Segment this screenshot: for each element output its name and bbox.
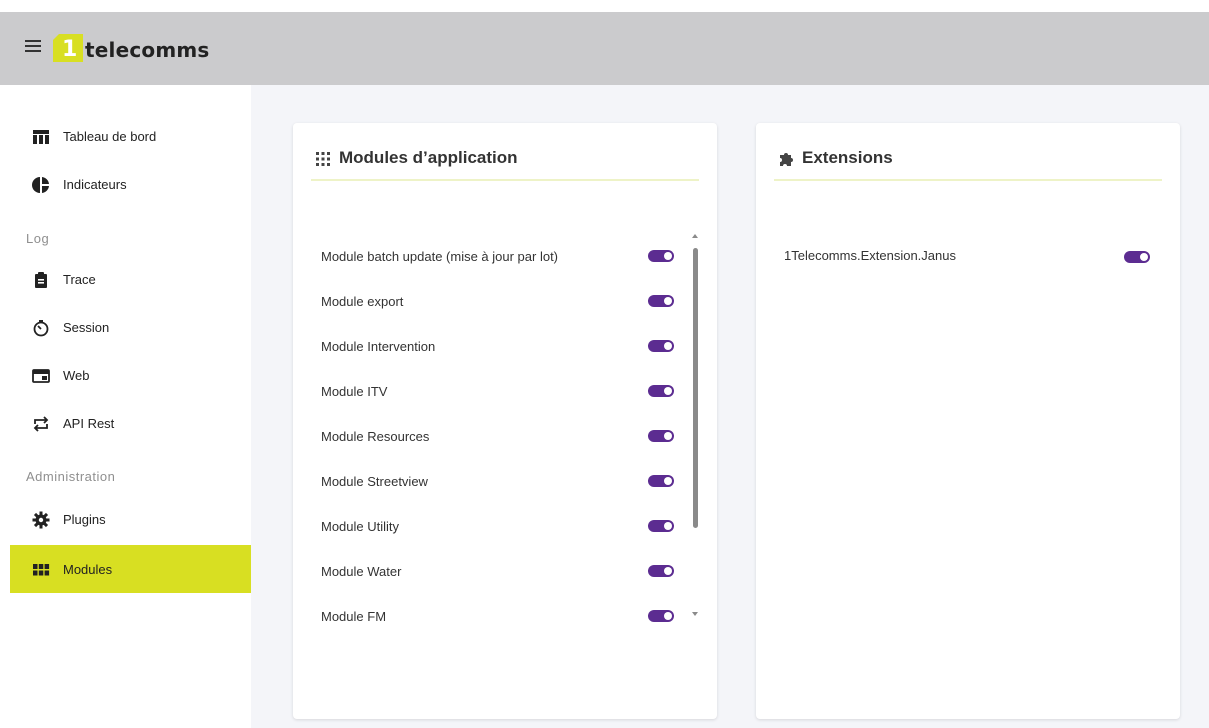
extensions-card: Extensions 1Telecomms.Extension.Janus: [756, 123, 1180, 719]
sidebar-item-trace[interactable]: Trace: [10, 255, 251, 303]
module-label: Module Utility: [321, 518, 400, 534]
sidebar-item-label: Indicateurs: [63, 176, 127, 192]
sidebar-item-tableau-de-bord[interactable]: Tableau de bord: [10, 112, 251, 160]
sidebar-item-label: Tableau de bord: [63, 128, 157, 144]
list-item: Module batch update (mise à jour par lot…: [321, 246, 671, 266]
clipboard-icon: [35, 272, 47, 288]
grid-icon: [33, 564, 50, 576]
sidebar: Tableau de bord Indicateurs Log Trace Se…: [0, 85, 251, 728]
modules-card-header: Modules d’application: [311, 147, 699, 181]
top-strip: [0, 0, 1209, 12]
scroll-down-arrow-icon[interactable]: [692, 612, 698, 616]
module-label: Module Streetview: [321, 473, 428, 489]
hamburger-menu-icon[interactable]: [25, 40, 41, 54]
section-title-log: Log: [26, 231, 50, 246]
module-toggle[interactable]: [648, 340, 674, 352]
scrollbar-thumb[interactable]: [693, 248, 698, 528]
sidebar-item-label: Web: [63, 367, 90, 383]
sidebar-item-label: Plugins: [63, 511, 106, 527]
apps-grid-icon: [316, 152, 330, 166]
list-item: Module Water: [321, 561, 671, 581]
list-item: Module ITV: [321, 381, 671, 401]
list-item: Module Utility: [321, 516, 671, 536]
module-label: Module ITV: [321, 383, 388, 399]
brand-logo[interactable]: 1 telecomms: [53, 34, 210, 62]
pie-chart-icon: [32, 177, 49, 193]
list-item: Module Resources: [321, 426, 671, 446]
module-label: Module batch update (mise à jour par lot…: [321, 248, 559, 264]
logo-mark-digit: 1: [62, 37, 78, 62]
sidebar-item-label: Trace: [63, 271, 96, 287]
module-label: Module export: [321, 293, 404, 309]
module-label: Module Water: [321, 563, 402, 579]
app-header: 1 telecomms: [0, 12, 1209, 85]
extensions-card-title: Extensions: [802, 148, 893, 167]
list-item: Module FM: [321, 606, 671, 626]
sidebar-item-api-rest[interactable]: API Rest: [10, 399, 251, 447]
module-label: Module Intervention: [321, 338, 436, 354]
module-toggle[interactable]: [648, 430, 674, 442]
module-toggle[interactable]: [648, 610, 674, 622]
modules-card-title: Modules d’application: [339, 148, 518, 167]
extensions-card-header: Extensions: [774, 147, 1162, 181]
module-toggle[interactable]: [648, 475, 674, 487]
list-item: Module export: [321, 291, 671, 311]
module-toggle[interactable]: [648, 565, 674, 577]
sidebar-item-label: API Rest: [63, 415, 115, 431]
modules-card: Modules d’application Module batch updat…: [293, 123, 717, 719]
sidebar-item-session[interactable]: Session: [10, 303, 251, 351]
sidebar-item-label: Modules: [63, 561, 113, 577]
sidebar-item-web[interactable]: Web: [10, 351, 251, 399]
puzzle-piece-icon: [780, 153, 793, 166]
logo-text: telecomms: [85, 38, 210, 62]
sidebar-item-label: Session: [63, 319, 110, 335]
dashboard-table-icon: [33, 130, 49, 144]
scroll-up-arrow-icon[interactable]: [692, 234, 698, 238]
browser-window-icon: [32, 369, 50, 383]
gear-icon: [32, 511, 50, 529]
section-title-administration: Administration: [26, 469, 116, 484]
module-toggle[interactable]: [648, 250, 674, 262]
logo-mark: 1: [53, 34, 83, 62]
sidebar-item-plugins[interactable]: Plugins: [10, 495, 251, 543]
module-label: Module Resources: [321, 428, 430, 444]
module-toggle[interactable]: [648, 520, 674, 532]
extension-label: 1Telecomms.Extension.Janus: [784, 247, 956, 263]
extension-toggle[interactable]: [1124, 251, 1150, 263]
list-item: 1Telecomms.Extension.Janus: [784, 245, 1134, 265]
module-toggle[interactable]: [648, 295, 674, 307]
repeat-arrows-icon: [33, 416, 49, 432]
list-item: Module Intervention: [321, 336, 671, 356]
module-toggle[interactable]: [648, 385, 674, 397]
modules-scrollbar[interactable]: [692, 232, 700, 624]
sidebar-item-indicateurs[interactable]: Indicateurs: [10, 160, 251, 208]
sidebar-item-modules[interactable]: Modules: [10, 545, 251, 593]
list-item: Module Streetview: [321, 471, 671, 491]
timer-icon: [33, 320, 49, 337]
module-label: Module FM: [321, 608, 387, 624]
